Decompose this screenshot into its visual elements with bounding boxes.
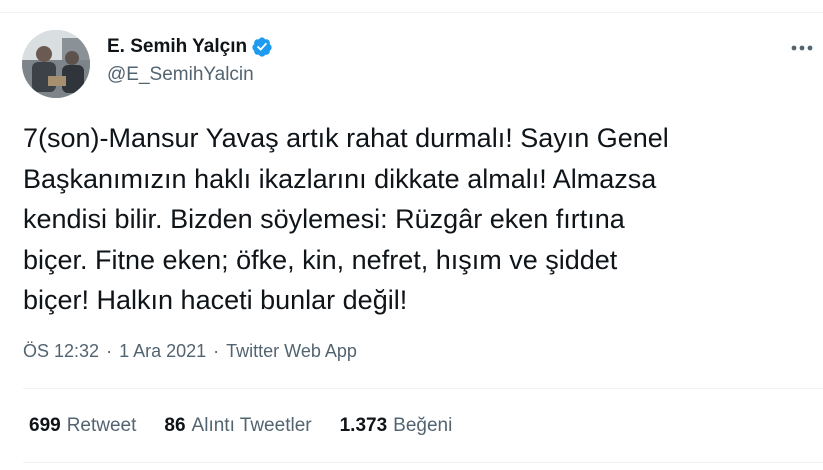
retweet-label: Retweet (66, 415, 137, 436)
tweet-time[interactable]: ÖS 12:32 (23, 339, 99, 363)
retweet-stat[interactable]: 699 Retweet (29, 414, 136, 438)
retweet-count: 699 (29, 415, 61, 436)
tweet-meta: ÖS 12:32 · 1 Ara 2021 · Twitter Web App (23, 339, 357, 363)
meta-separator: · (213, 341, 220, 361)
meta-separator: · (106, 341, 113, 361)
tweet-source[interactable]: Twitter Web App (226, 339, 357, 363)
top-divider (0, 12, 823, 13)
like-stat[interactable]: 1.373 Beğeni (340, 414, 453, 438)
author-handle[interactable]: @E_SemihYalcin (107, 63, 254, 87)
like-label: Beğeni (393, 415, 453, 436)
more-dots-icon (791, 45, 813, 51)
tweet-stats: 699 Retweet 86 Alıntı Tweetler 1.373 Beğ… (29, 414, 480, 438)
like-count: 1.373 (339, 415, 388, 436)
quote-label: Alıntı Tweetler (191, 415, 312, 436)
tweet-card: E. Semih Yalçın @E_SemihYalcin 7(son)-Ma… (0, 0, 823, 470)
meta-divider (23, 388, 823, 389)
author-name-row: E. Semih Yalçın (107, 35, 273, 59)
quote-count: 86 (164, 415, 186, 436)
tweet-date[interactable]: 1 Ara 2021 (119, 339, 206, 363)
more-options-button[interactable] (788, 38, 818, 58)
verified-badge-icon (251, 36, 273, 58)
author-display-name[interactable]: E. Semih Yalçın (107, 35, 247, 59)
quote-stat[interactable]: 86 Alıntı Tweetler (164, 414, 311, 438)
avatar-photo (22, 30, 90, 98)
stats-divider (23, 462, 823, 463)
tweet-text: 7(son)-Mansur Yavaş artık rahat durmalı!… (23, 123, 669, 315)
avatar[interactable] (22, 30, 90, 98)
